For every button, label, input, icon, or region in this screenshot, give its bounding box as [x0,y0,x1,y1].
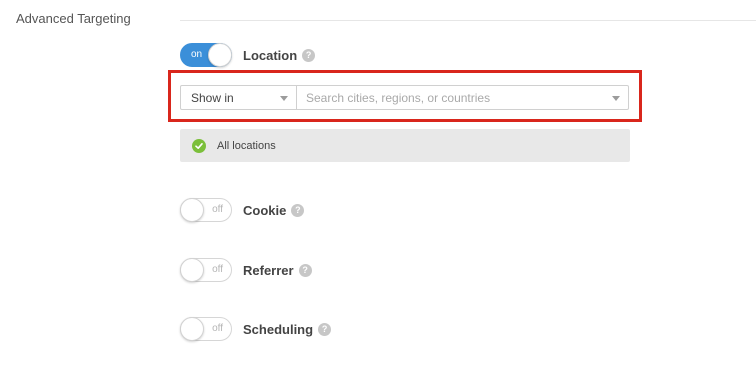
location-toggle[interactable]: on [180,43,232,67]
chevron-down-icon [612,96,620,101]
location-row: on Location ? [180,43,316,67]
referrer-toggle[interactable]: off [180,258,232,282]
location-search-input[interactable]: Search cities, regions, or countries [297,85,629,110]
cookie-toggle-state: off [212,204,223,215]
scheduling-row: off Scheduling ? [180,317,332,341]
location-controls: Show in Search cities, regions, or count… [180,85,629,110]
toggle-knob [180,198,204,222]
check-circle-icon [192,138,206,153]
cookie-label: Cookie [243,202,287,218]
toggle-knob [180,258,204,282]
referrer-help-icon[interactable]: ? [298,263,312,277]
referrer-toggle-state: off [212,264,223,275]
referrer-label: Referrer [243,262,294,278]
advanced-targeting-panel: Advanced Targeting on Location ? Show in… [0,0,756,374]
toggle-knob [180,317,204,341]
location-status-bar: All locations [180,129,630,162]
location-toggle-state: on [191,49,203,60]
toggle-knob [208,43,232,67]
scheduling-label: Scheduling [243,321,314,337]
cookie-row: off Cookie ? [180,198,305,222]
section-divider [180,20,756,21]
cookie-toggle[interactable]: off [180,198,232,222]
show-in-value: Show in [191,90,234,105]
cookie-help-icon[interactable]: ? [291,203,305,217]
location-help-icon[interactable]: ? [302,48,316,62]
section-title: Advanced Targeting [16,11,131,26]
chevron-down-icon [280,96,288,101]
referrer-row: off Referrer ? [180,258,312,282]
scheduling-toggle-state: off [212,323,223,334]
scheduling-toggle[interactable]: off [180,317,232,341]
location-label: Location [243,47,298,63]
scheduling-help-icon[interactable]: ? [318,322,332,336]
show-in-select[interactable]: Show in [180,85,297,110]
location-search-placeholder: Search cities, regions, or countries [306,90,491,105]
location-status-text: All locations [217,139,276,152]
